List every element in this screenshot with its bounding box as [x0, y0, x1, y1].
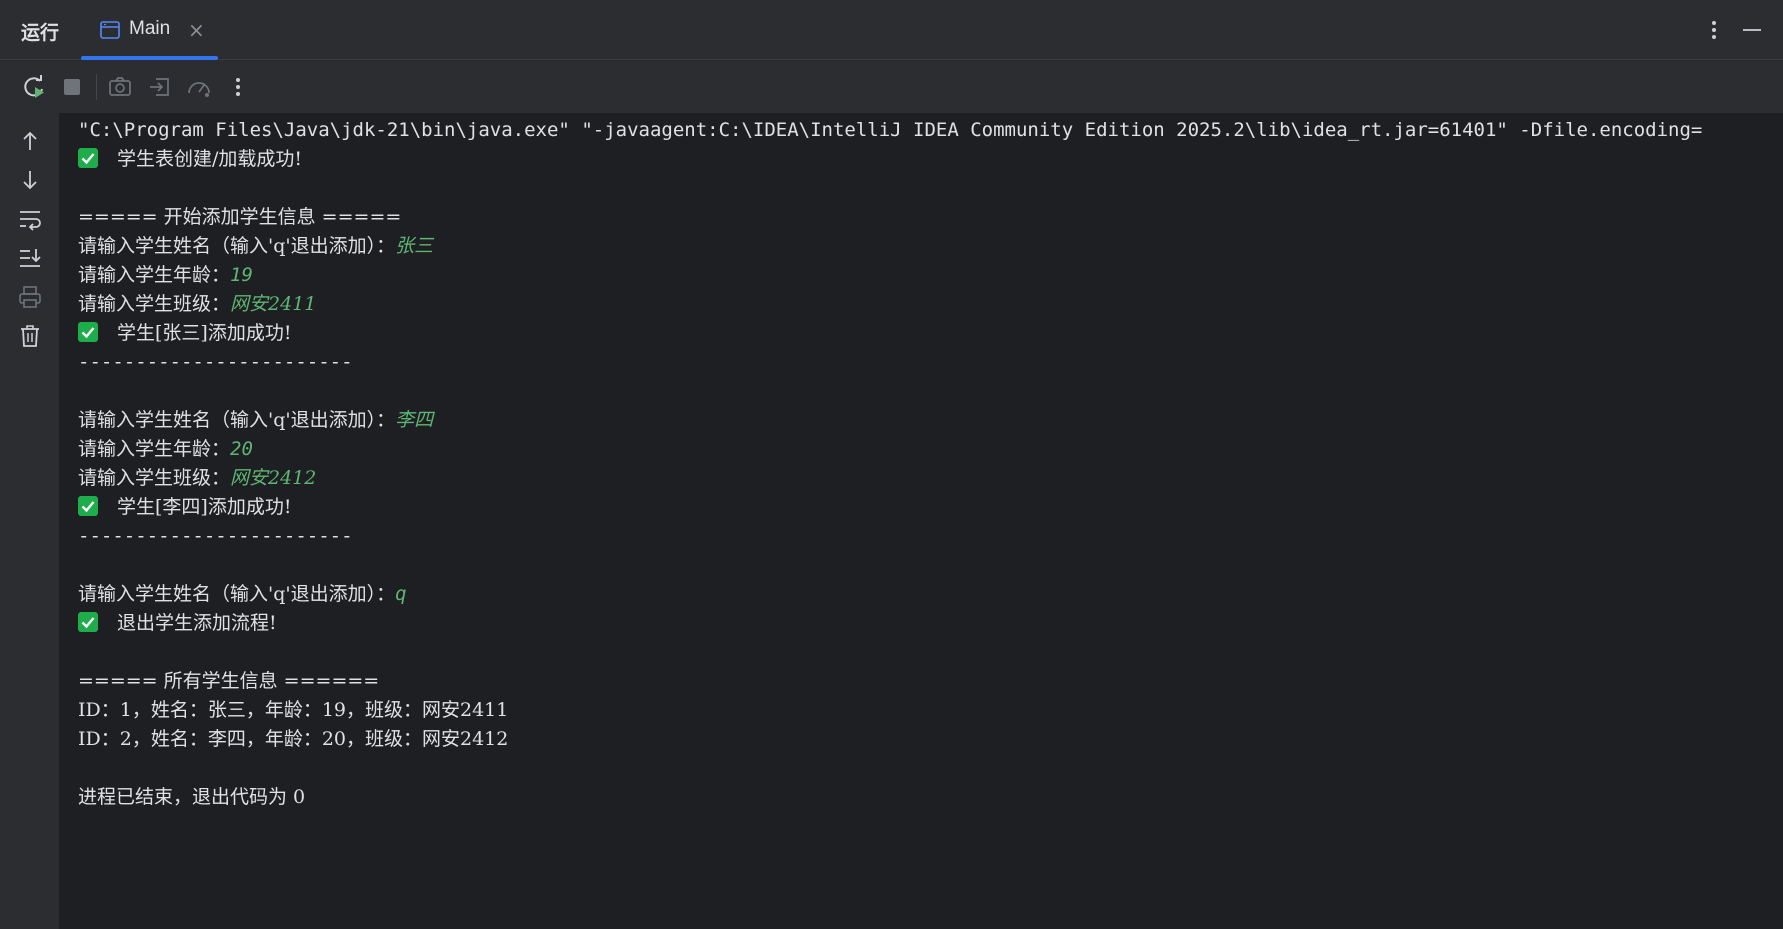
profiler-icon[interactable]	[185, 73, 213, 101]
console-line: 学生表创建/加载成功!	[78, 143, 302, 176]
check-icon	[78, 147, 98, 168]
print-icon[interactable]	[16, 283, 44, 311]
console-line: 进程已结束，退出代码为 0	[78, 781, 305, 814]
arrow-down-icon[interactable]	[16, 166, 44, 194]
run-toolbar	[0, 60, 1783, 113]
user-input: 李四	[395, 409, 434, 431]
student-added-message: 学生[张三]添加成功!	[117, 322, 292, 344]
screenshot-icon[interactable]	[106, 73, 134, 101]
more-vertical-icon[interactable]	[224, 73, 252, 101]
divider-line: ------------------------	[78, 351, 353, 373]
process-finished-message: 进程已结束，退出代码为 0	[78, 786, 306, 808]
scroll-to-end-icon[interactable]	[16, 244, 44, 272]
user-input: 19	[230, 264, 253, 286]
toolbar-separator	[96, 74, 97, 100]
soft-wrap-icon[interactable]	[16, 205, 44, 233]
console-output[interactable]: "C:\Program Files\Java\jdk-21\bin\java.e…	[59, 113, 1783, 929]
java-command-text: "C:\Program Files\Java\jdk-21\bin\java.e…	[78, 119, 1703, 141]
restore-layout-icon[interactable]	[146, 73, 174, 101]
console-side-toolbar	[0, 113, 59, 929]
tool-window-title: 运行	[21, 22, 60, 44]
prompt-age: 请输入学生年龄：	[78, 264, 231, 286]
console-line: ------------------------	[78, 346, 353, 379]
user-input: 网安2411	[230, 293, 317, 315]
add-section-header: ===== 开始添加学生信息 =====	[78, 206, 402, 228]
student-record: ID：1，姓名：张三，年龄：19，班级：网安2411	[78, 699, 509, 721]
console-line: ------------------------	[78, 520, 353, 553]
console-line: 退出学生添加流程!	[78, 607, 277, 640]
prompt-age: 请输入学生年龄：	[78, 438, 231, 460]
prompt-class: 请输入学生班级：	[78, 467, 231, 489]
user-input: q	[395, 583, 407, 605]
more-vertical-icon[interactable]	[1705, 17, 1723, 43]
prompt-class: 请输入学生班级：	[78, 293, 231, 315]
minimize-icon[interactable]	[1741, 17, 1763, 43]
all-students-header: ===== 所有学生信息 ======	[78, 670, 380, 692]
prompt-name: 请输入学生姓名（输入'q'退出添加）：	[78, 583, 396, 605]
student-record: ID：2，姓名：李四，年龄：20，班级：网安2412	[78, 728, 509, 750]
console-line: ID：2，姓名：李四，年龄：20，班级：网安2412	[78, 723, 508, 756]
check-icon	[78, 611, 98, 632]
exit-add-message: 退出学生添加流程!	[117, 612, 277, 634]
student-added-message: 学生[李四]添加成功!	[117, 496, 292, 518]
tab-main-label: Main	[129, 18, 171, 39]
console-line: "C:\Program Files\Java\jdk-21\bin\java.e…	[78, 114, 1702, 147]
user-input: 张三	[395, 235, 434, 257]
prompt-name: 请输入学生姓名（输入'q'退出添加）：	[78, 235, 396, 257]
arrow-up-icon[interactable]	[16, 127, 44, 155]
user-input: 20	[230, 438, 253, 460]
tool-window-header: 运行 Main ×	[0, 0, 1783, 60]
check-icon	[78, 321, 98, 342]
console-tab-icon	[100, 21, 120, 39]
check-icon	[78, 495, 98, 516]
divider-line: ------------------------	[78, 525, 353, 547]
run-tool-window: 运行 Main × "C:\Program Files\Java\jdk-21\…	[0, 0, 1783, 929]
stop-icon[interactable]	[58, 73, 86, 101]
tab-main[interactable]: Main ×	[81, 0, 218, 60]
user-input: 网安2412	[230, 467, 317, 489]
prompt-name: 请输入学生姓名（输入'q'退出添加）：	[78, 409, 396, 431]
table-loaded-message: 学生表创建/加载成功!	[117, 148, 303, 170]
close-icon[interactable]: ×	[188, 18, 205, 42]
rerun-icon[interactable]	[20, 73, 48, 101]
trash-icon[interactable]	[16, 322, 44, 350]
